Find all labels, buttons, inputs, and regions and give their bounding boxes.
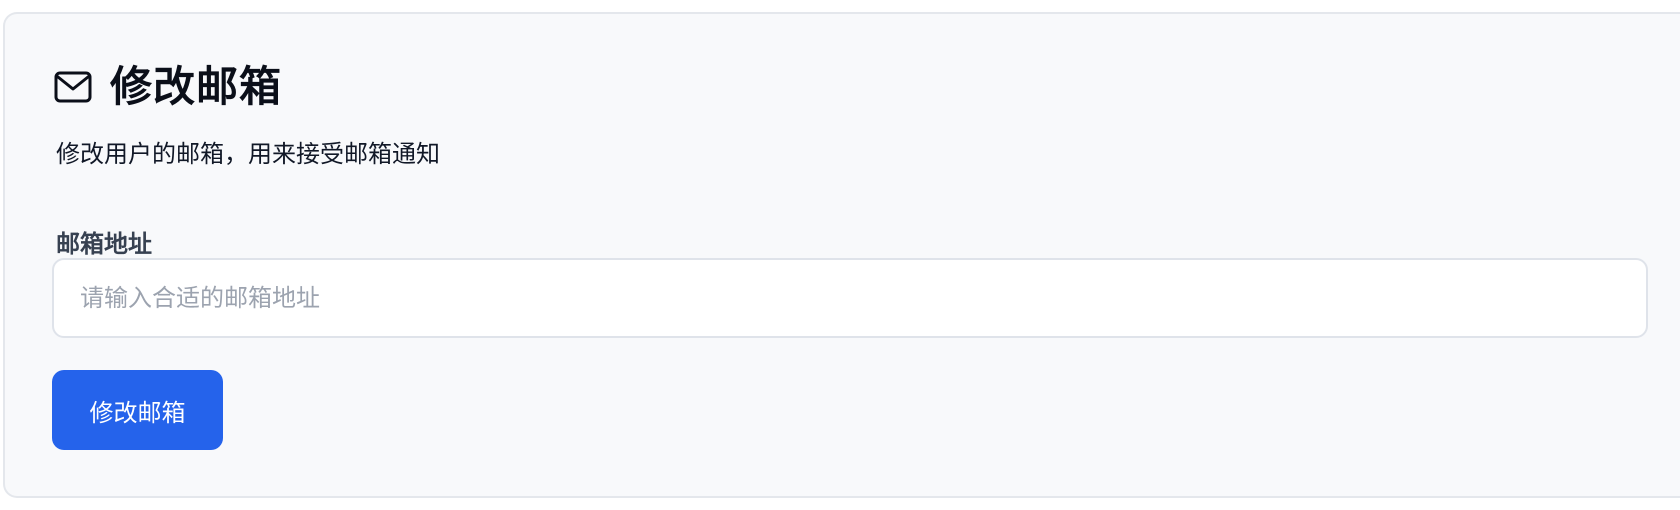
page-subtitle: 修改用户的邮箱，用来接受邮箱通知 [56,140,440,168]
change-email-button[interactable]: 修改邮箱 [52,370,223,450]
email-label: 邮箱地址 [56,230,152,258]
change-email-card: 修改邮箱 修改用户的邮箱，用来接受邮箱通知 邮箱地址 [3,12,1680,498]
email-field[interactable] [52,258,1648,338]
mail-icon [54,71,92,103]
page-title: 修改邮箱 [110,62,283,111]
card-header: 修改邮箱 [54,66,282,108]
